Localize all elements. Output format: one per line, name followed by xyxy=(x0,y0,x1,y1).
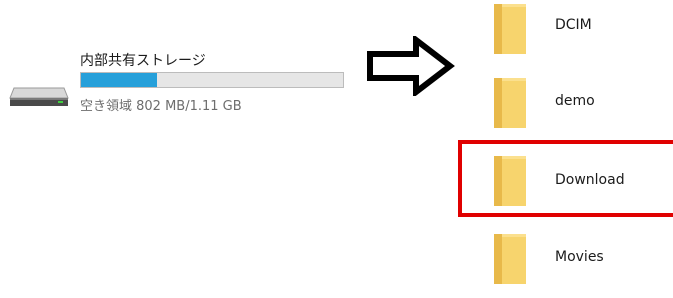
storage-usage-fill xyxy=(81,73,157,87)
folder-item-download[interactable]: Download xyxy=(480,144,673,220)
folder-icon xyxy=(494,78,526,128)
folder-icon xyxy=(494,156,526,206)
folder-item-demo[interactable]: demo xyxy=(480,66,673,142)
folder-item-dcim[interactable]: DCIM xyxy=(480,0,673,66)
hard-drive-icon xyxy=(9,87,69,106)
drive-name: 内部共有ストレージ xyxy=(80,53,206,69)
right-arrow-icon xyxy=(367,36,455,96)
storage-usage-bar xyxy=(80,72,344,88)
folder-label: Download xyxy=(555,172,625,188)
folder-icon xyxy=(494,4,526,54)
drive-free-space: 空き領域 802 MB/1.11 GB xyxy=(80,99,242,114)
folder-icon xyxy=(494,234,526,284)
folder-label: demo xyxy=(555,93,595,109)
folder-label: Movies xyxy=(555,249,604,265)
internal-storage-drive[interactable]: 内部共有ストレージ 空き領域 802 MB/1.11 GB xyxy=(8,50,353,120)
folder-item-movies[interactable]: Movies xyxy=(480,222,673,298)
folder-label: DCIM xyxy=(555,17,592,33)
